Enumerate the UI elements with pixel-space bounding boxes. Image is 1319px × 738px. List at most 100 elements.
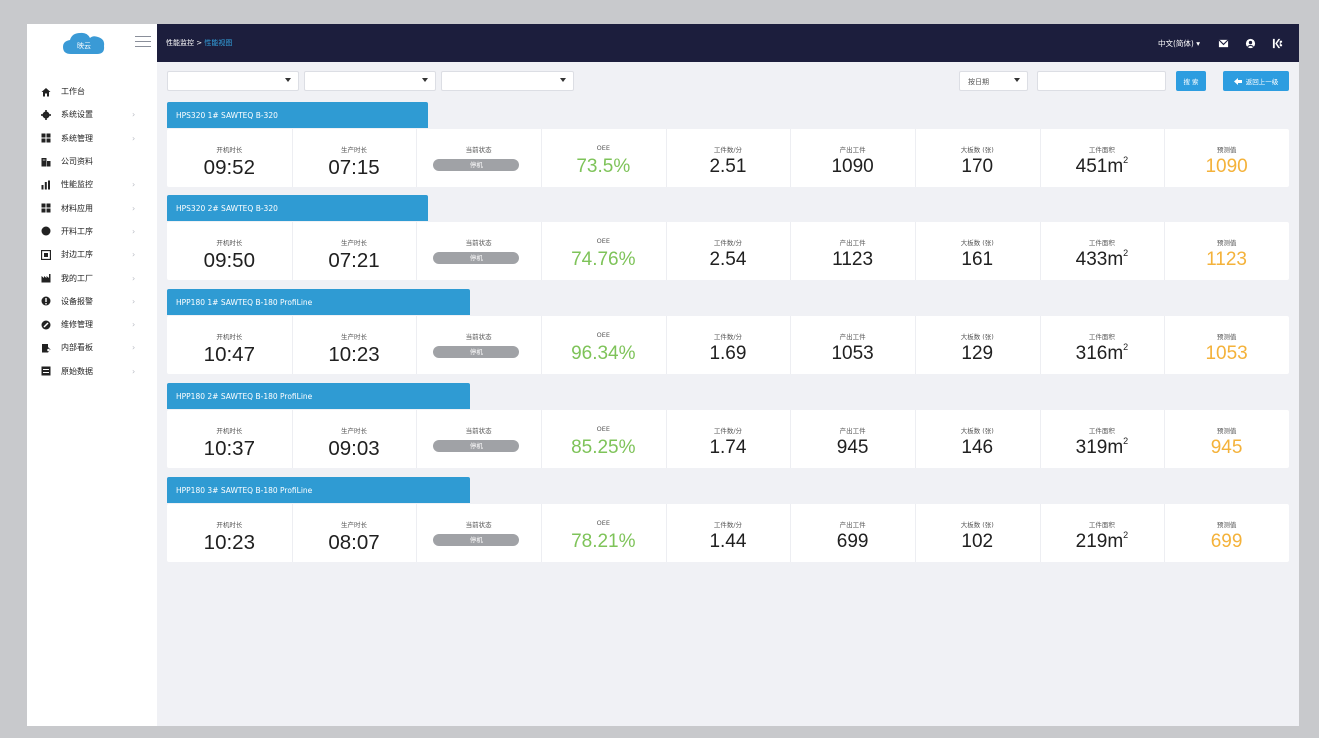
metric-status: 当前状态 停机 [416,316,541,374]
metric-label: 生产时长 [340,427,367,435]
breadcrumb-current: 性能视图 [204,39,233,47]
metric-label: 大板数 (张) [960,333,994,341]
metric-area: 工件面积 451m2 [1039,129,1165,187]
machine-tab[interactable]: HPP180 1# SAWTEQ B-180 ProfiLine [167,289,470,315]
language-select[interactable]: 中文(简体) ▾ [1158,38,1200,49]
board-icon [42,343,51,353]
sidebar-item-3[interactable]: 公司资料 [27,150,157,173]
metric-label: OEE [596,425,610,433]
chevron-down-icon [1014,78,1020,82]
sidebar: 映云 工作台 系统设置 › 系统管理 › 公司资料 性能监控 › 材料应用 › 开料工序 › 封边工序 ›… [27,24,157,726]
metric-forecast: 预测值 1123 [1164,222,1289,280]
sidebar-item-8[interactable]: 我的工厂 › [27,266,157,289]
metric-label: 预测值 [1216,239,1237,247]
metric-label: 生产时长 [340,333,367,341]
machine-metrics-card: 开机时长 10:47 生产时长 10:23 当前状态 停机 OEE 96.34% 工件数/分 1.… [167,316,1289,374]
filter-select-3[interactable] [441,71,574,91]
sidebar-item-11[interactable]: 内部看板 › [27,336,157,359]
metric-boards-value: 146 [961,437,994,458]
metric-status: 当前状态 停机 [416,504,541,562]
metric-label: 工件面积 [1088,333,1115,341]
metric-oee: OEE 78.21% [540,504,666,562]
machine-tab[interactable]: HPP180 3# SAWTEQ B-180 ProfiLine [167,477,470,503]
logo-bar: 映云 [27,24,157,62]
top-bar: 性能监控 > 性能视图 中文(简体) ▾ [157,24,1299,62]
sidebar-item-6[interactable]: 开料工序 › [27,220,157,243]
sidebar-item-1[interactable]: 系统设置 › [27,103,157,126]
metric-label: 大板数 (张) [960,146,994,154]
menu-collapse-button[interactable] [135,36,151,50]
chevron-right-icon: › [132,250,136,260]
brand-logo-icon[interactable] [1272,38,1283,49]
logo-cloud-icon: 映云 [63,32,105,54]
machine-panel: HPS320 1# SAWTEQ B-320 开机时长 09:52 生产时长 07:15… [167,102,1289,188]
metric-label: OEE [596,519,610,527]
sidebar-item-label: 性能监控 [61,180,93,190]
sidebar-item-4[interactable]: 性能监控 › [27,173,157,196]
breadcrumb-root[interactable]: 性能监控 > [166,39,204,47]
metric-forecast-value: 1123 [1206,249,1247,270]
metric-boards-value: 170 [961,156,994,177]
sidebar-item-7[interactable]: 封边工序 › [27,243,157,266]
metric-boards: 大板数 (张) 102 [914,504,1040,562]
sidebar-item-0[interactable]: 工作台 [27,80,157,103]
metric-output: 产出工件 699 [790,504,915,562]
filter-select-1[interactable] [167,71,299,91]
status-badge: 停机 [433,159,520,171]
metric-forecast-value: 699 [1210,531,1243,552]
top-right-tools: 中文(简体) ▾ [1158,24,1299,62]
chevron-right-icon: › [132,133,136,143]
metric-label: 工件数/分 [713,146,743,154]
metric-label: 当前状态 [465,146,492,154]
metric-label: 生产时长 [340,146,367,154]
sidebar-item-2[interactable]: 系统管理 › [27,127,157,150]
metric-label: 产出工件 [839,239,866,247]
metric-label: OEE [596,144,610,152]
machine-metrics-card: 开机时长 09:52 生产时长 07:15 当前状态 停机 OEE 73.5% 工件数/分 2.5… [167,129,1289,187]
metric-label: 工件数/分 [713,239,743,247]
chevron-down-icon [285,78,291,82]
metric-prod-time-value: 09:03 [328,437,380,460]
date-mode-select[interactable]: 按日期 [959,71,1028,91]
filter-select-2[interactable] [304,71,436,91]
sidebar-item-5[interactable]: 材料应用 › [27,196,157,219]
metric-pieces-per-min-value: 1.44 [709,531,747,552]
app-window: 映云 工作台 系统设置 › 系统管理 › 公司资料 性能监控 › 材料应用 › 开料工序 › 封边工序 ›… [27,24,1299,726]
sidebar-item-10[interactable]: 维修管理 › [27,313,157,336]
metric-pieces-per-min: 工件数/分 2.51 [665,129,791,187]
mail-icon[interactable] [1218,38,1229,49]
area-unit-superscript: 2 [1123,342,1129,352]
machine-tab[interactable]: HPP180 2# SAWTEQ B-180 ProfiLine [167,383,470,409]
metric-label: 工件面积 [1088,146,1115,154]
sidebar-item-label: 封边工序 [61,250,93,260]
back-button[interactable]: 返回上一级 [1223,71,1289,91]
metric-on-time-value: 10:37 [203,437,255,460]
metric-output: 产出工件 1123 [790,222,915,280]
sidebar-item-label: 材料应用 [61,203,93,213]
grid-icon [41,133,51,143]
metric-label: 开机时长 [216,239,243,247]
machine-tab[interactable]: HPS320 1# SAWTEQ B-320 [167,102,428,128]
metric-output-value: 699 [836,531,869,552]
machine-tab[interactable]: HPS320 2# SAWTEQ B-320 [167,195,428,221]
metric-boards-value: 102 [961,531,994,552]
logo-text: 映云 [77,41,91,50]
sidebar-item-9[interactable]: 设备报警 › [27,290,157,313]
status-badge: 停机 [433,346,520,358]
user-icon[interactable] [1245,38,1256,49]
chevron-right-icon: › [132,226,136,236]
metric-oee-value: 74.76% [571,249,636,270]
search-button[interactable]: 搜 索 [1176,71,1206,91]
sidebar-item-label: 维修管理 [61,320,93,330]
metric-on-time-value: 10:47 [203,343,255,366]
metric-output: 产出工件 945 [790,410,915,468]
sidebar-item-12[interactable]: 原始数据 › [27,360,157,383]
metric-label: 预测值 [1216,146,1237,154]
metric-on-time: 开机时长 10:47 [167,316,292,374]
chevron-right-icon: › [132,203,136,213]
breadcrumb: 性能监控 > 性能视图 [166,38,232,48]
machine-panel: HPS320 2# SAWTEQ B-320 开机时长 09:50 生产时长 07:21… [167,195,1289,281]
date-input[interactable] [1037,71,1166,91]
metric-status: 当前状态 停机 [416,222,541,280]
metric-label: 工件面积 [1088,521,1115,529]
